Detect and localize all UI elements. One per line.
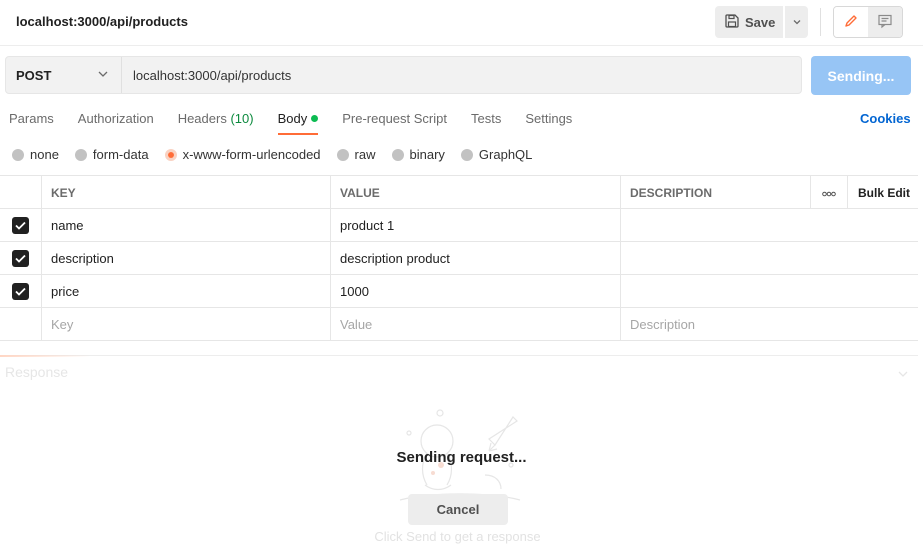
headers-count-badge: (10) <box>230 111 254 126</box>
tab-body[interactable]: Body <box>277 111 319 135</box>
sending-status-text: Sending request... <box>396 449 527 466</box>
comment-icon <box>877 13 893 32</box>
table-row: price 1000 <box>0 275 918 308</box>
radio-circle-icon <box>391 148 404 161</box>
title-bar: localhost:3000/api/products Save <box>0 0 923 46</box>
tab-headers-label: Headers <box>177 111 227 126</box>
header-check-cell <box>0 176 42 209</box>
ellipsis-icon <box>822 186 836 200</box>
radio-none[interactable]: none <box>12 147 59 162</box>
radio-circle-icon <box>460 148 473 161</box>
radio-label: GraphQL <box>478 147 533 162</box>
value-cell[interactable]: 1000 <box>331 275 621 308</box>
key-cell[interactable]: price <box>42 275 331 308</box>
row-checkbox[interactable] <box>0 209 42 242</box>
value-input[interactable]: Value <box>331 308 621 341</box>
request-title[interactable]: localhost:3000/api/products <box>16 14 188 29</box>
value-cell[interactable]: product 1 <box>331 209 621 242</box>
tab-params[interactable]: Params <box>9 111 54 134</box>
save-options-button[interactable] <box>784 6 808 38</box>
radio-form-data[interactable]: form-data <box>74 147 149 162</box>
radio-label: form-data <box>92 147 149 162</box>
description-cell[interactable] <box>621 209 918 242</box>
checkmark-icon <box>12 250 29 267</box>
comments-mode-button[interactable] <box>868 7 902 37</box>
tab-headers[interactable]: Headers (10) <box>178 111 254 134</box>
radio-label: x-www-form-urlencoded <box>182 147 321 162</box>
radio-circle-icon <box>74 148 87 161</box>
row-checkbox[interactable] <box>0 242 42 275</box>
response-divider[interactable] <box>0 355 918 357</box>
radio-label: raw <box>354 147 376 162</box>
toolbar-divider <box>820 8 821 36</box>
save-button[interactable]: Save <box>715 6 783 38</box>
chevron-down-icon <box>97 68 109 83</box>
radio-circle-icon <box>12 148 24 161</box>
response-label: Response <box>5 364 69 380</box>
key-cell[interactable]: description <box>42 242 331 275</box>
view-mode-toggle <box>833 6 903 38</box>
tab-pre-request-script[interactable]: Pre-request Script <box>342 111 447 134</box>
column-header-key: KEY <box>42 176 331 209</box>
value-cell[interactable]: description product <box>331 242 621 275</box>
method-select[interactable]: POST <box>6 57 122 93</box>
tab-body-label: Body <box>277 111 308 126</box>
more-options-button[interactable] <box>811 176 848 209</box>
radio-binary[interactable]: binary <box>391 147 445 162</box>
radio-selected-icon <box>164 148 177 161</box>
save-button-group: Save <box>715 6 808 38</box>
checkmark-icon <box>12 217 29 234</box>
description-cell[interactable] <box>621 242 918 275</box>
response-hint-text: Click Send to get a response <box>374 529 541 544</box>
key-input[interactable]: Key <box>42 308 331 341</box>
tab-tests[interactable]: Tests <box>471 111 501 134</box>
radio-circle-icon <box>336 148 349 161</box>
table-header-row: KEY VALUE DESCRIPTION Bulk Edit <box>0 176 918 209</box>
method-value: POST <box>16 67 52 83</box>
cookies-link[interactable]: Cookies <box>860 111 911 126</box>
key-cell[interactable]: name <box>42 209 331 242</box>
bulk-edit-button[interactable]: Bulk Edit <box>848 176 918 209</box>
tab-settings[interactable]: Settings <box>525 111 572 134</box>
save-label: Save <box>745 14 776 30</box>
pencil-icon <box>843 13 859 32</box>
description-input[interactable]: Description <box>621 308 918 341</box>
cancel-button[interactable]: Cancel <box>408 494 508 525</box>
table-row: description description product <box>0 242 918 275</box>
status-dot-icon <box>311 115 319 122</box>
description-cell[interactable] <box>621 275 918 308</box>
radio-label: binary <box>409 147 445 162</box>
url-input[interactable]: localhost:3000/api/products <box>122 57 291 93</box>
table-row: name product 1 <box>0 209 918 242</box>
request-tabs: Params Authorization Headers (10) Body P… <box>9 111 596 135</box>
new-param-row: Key Value Description <box>0 308 918 341</box>
body-type-radios: none form-data x-www-form-urlencoded raw… <box>12 147 548 162</box>
url-bar: POST localhost:3000/api/products <box>5 56 802 94</box>
edit-mode-button[interactable] <box>834 7 868 37</box>
radio-urlencoded[interactable]: x-www-form-urlencoded <box>164 147 321 162</box>
save-icon <box>725 13 739 31</box>
row-checkbox[interactable] <box>0 275 42 308</box>
column-header-description: DESCRIPTION <box>621 176 811 209</box>
column-header-value: VALUE <box>331 176 621 209</box>
chevron-down-icon[interactable] <box>897 367 909 382</box>
tab-authorization[interactable]: Authorization <box>78 111 154 134</box>
radio-label: none <box>30 147 59 162</box>
checkmark-icon <box>12 283 29 300</box>
loading-indicator <box>0 355 90 357</box>
radio-raw[interactable]: raw <box>336 147 376 162</box>
radio-graphql[interactable]: GraphQL <box>460 147 533 162</box>
send-button[interactable]: Sending... <box>811 56 911 95</box>
chevron-down-icon <box>792 15 802 30</box>
params-table: KEY VALUE DESCRIPTION Bulk Edit name pro… <box>0 175 918 341</box>
empty-check-cell <box>0 308 42 341</box>
